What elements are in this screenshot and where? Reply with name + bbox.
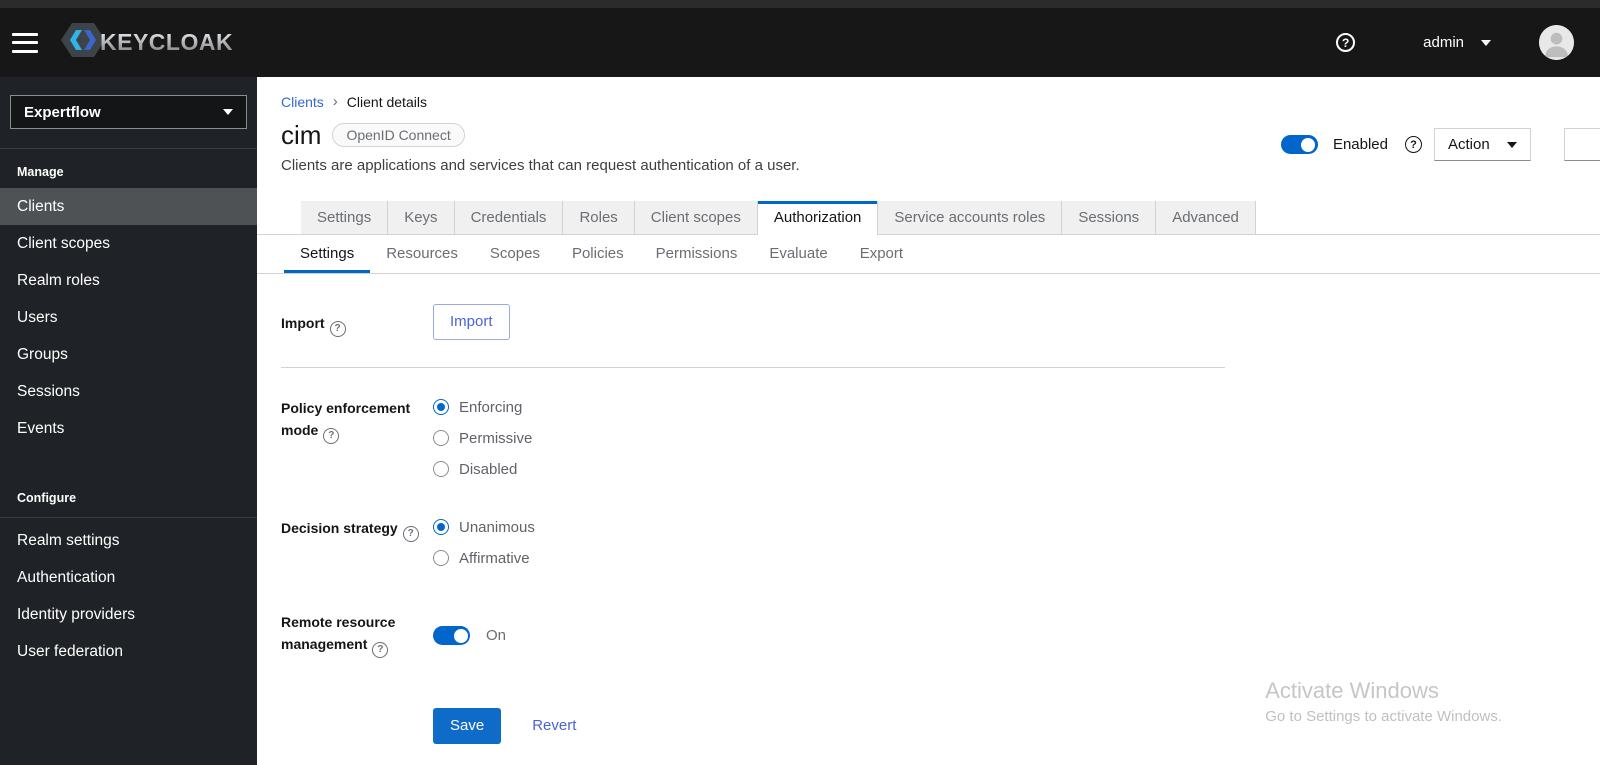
keycloak-logo: KEYCLOAK	[60, 20, 233, 65]
authorization-settings-form: Import? Import Policy enforcement mode? …	[257, 274, 1227, 744]
tab[interactable]: Sessions	[1062, 200, 1157, 234]
tab[interactable]: Service accounts roles	[878, 200, 1063, 234]
sidebar-nav-item[interactable]: Authentication	[0, 559, 257, 596]
sidebar: Expertflow Manage Clients Client scopes …	[0, 77, 257, 765]
enabled-help-icon[interactable]: ?	[1405, 136, 1422, 153]
sidebar-nav-item[interactable]: Events	[0, 410, 257, 447]
avatar[interactable]	[1539, 25, 1574, 60]
cutoff-element	[1564, 128, 1600, 161]
tab[interactable]: Roles	[563, 200, 635, 234]
sidebar-nav-item[interactable]: Users	[0, 299, 257, 336]
realm-selector[interactable]: Expertflow	[10, 95, 247, 129]
subtab[interactable]: Permissions	[640, 235, 754, 273]
subtab[interactable]: Export	[844, 235, 919, 273]
sidebar-nav-item[interactable]: Identity providers	[0, 596, 257, 633]
sidebar-nav-item[interactable]: Client scopes	[0, 225, 257, 262]
policy-enforcement-help-icon[interactable]: ?	[323, 427, 340, 444]
decision-strategy-help-icon[interactable]: ?	[402, 525, 419, 542]
policy-enforcement-radio-group: Enforcing Permissive Disabled	[433, 397, 532, 478]
radio-option[interactable]: Unanimous	[433, 519, 535, 536]
import-help-icon[interactable]: ?	[329, 320, 346, 337]
subtab[interactable]: Settings	[284, 235, 370, 273]
main-content: Clients › Client details cim OpenID Conn…	[257, 77, 1600, 765]
breadcrumb: Clients › Client details	[281, 93, 1576, 110]
radio-option-label: Enforcing	[459, 398, 523, 416]
header-controls: Enabled ? Action	[1280, 128, 1531, 161]
radio-icon	[433, 461, 449, 478]
revert-link[interactable]: Revert	[532, 717, 576, 734]
user-name: admin	[1423, 34, 1464, 51]
radio-icon	[433, 519, 449, 536]
divider	[281, 366, 1225, 368]
activate-windows-watermark: Activate Windows Go to Settings to activ…	[1265, 678, 1502, 725]
tab[interactable]: Keys	[388, 200, 455, 234]
breadcrumb-clients-link[interactable]: Clients	[281, 94, 324, 110]
help-icon[interactable]: ?	[1336, 33, 1356, 52]
radio-option[interactable]: Disabled	[433, 461, 532, 478]
radio-option[interactable]: Affirmative	[433, 550, 535, 567]
nav-list-configure: Realm settings Authentication Identity p…	[0, 518, 257, 670]
tab[interactable]: Advanced	[1156, 200, 1256, 234]
decision-strategy-radio-group: Unanimous Affirmative	[433, 517, 535, 567]
enabled-toggle[interactable]	[1280, 135, 1318, 154]
remote-resource-management-label: Remote resource management?	[281, 611, 433, 658]
protocol-badge: OpenID Connect	[332, 123, 465, 148]
decision-strategy-label: Decision strategy?	[281, 517, 433, 567]
import-label: Import?	[281, 304, 433, 340]
sidebar-nav-item[interactable]: User federation	[0, 633, 257, 670]
policy-enforcement-mode-label: Policy enforcement mode?	[281, 397, 433, 478]
remote-resource-help-icon[interactable]: ?	[372, 641, 389, 658]
tab[interactable]: Settings	[301, 200, 389, 234]
sidebar-nav-item[interactable]: Groups	[0, 336, 257, 373]
chevron-down-icon	[1507, 141, 1517, 148]
realm-section: Expertflow	[0, 77, 257, 149]
radio-icon	[433, 430, 449, 447]
window-top-strip	[0, 0, 1600, 8]
remote-resource-toggle[interactable]	[433, 626, 470, 646]
breadcrumb-separator-icon: ›	[332, 93, 338, 110]
sidebar-nav-item[interactable]: Realm roles	[0, 262, 257, 299]
menu-icon[interactable]	[12, 32, 38, 53]
page-header: Clients › Client details cim OpenID Conn…	[257, 77, 1600, 174]
tab[interactable]: Client scopes	[634, 200, 758, 234]
radio-option-label: Affirmative	[459, 549, 530, 567]
breadcrumb-current: Client details	[346, 93, 427, 110]
remote-resource-state: On	[486, 627, 507, 645]
sidebar-nav-item[interactable]: Sessions	[0, 373, 257, 410]
masthead: KEYCLOAK ? admin	[0, 8, 1600, 77]
radio-option-label: Permissive	[459, 429, 533, 447]
action-dropdown-label: Action	[1448, 136, 1490, 153]
tab[interactable]: Credentials	[454, 200, 564, 234]
action-dropdown[interactable]: Action	[1434, 128, 1531, 161]
chevron-down-icon	[223, 109, 233, 115]
page-title: cim	[281, 120, 322, 150]
radio-option-label: Disabled	[459, 460, 518, 478]
radio-icon	[433, 550, 449, 567]
sidebar-nav-item[interactable]: Clients	[0, 188, 257, 225]
subtab[interactable]: Scopes	[474, 235, 556, 273]
tab[interactable]: Authorization	[757, 200, 879, 235]
radio-option[interactable]: Permissive	[433, 430, 532, 447]
sidebar-nav-item[interactable]: Realm settings	[0, 522, 257, 559]
save-button[interactable]: Save	[433, 707, 502, 744]
enabled-label: Enabled	[1332, 136, 1388, 153]
radio-icon	[433, 399, 449, 416]
nav-group-title-manage: Manage	[17, 165, 64, 179]
user-menu[interactable]: admin	[1423, 34, 1491, 51]
subtab[interactable]: Evaluate	[753, 235, 843, 273]
import-button[interactable]: Import	[433, 303, 510, 340]
nav-list-manage: Clients Client scopes Realm roles Users …	[0, 188, 257, 447]
client-tabs: Settings Keys Credentials Roles Client s…	[257, 200, 1600, 235]
radio-option[interactable]: Enforcing	[433, 399, 532, 416]
nav-group-title-configure: Configure	[0, 475, 257, 518]
subtab[interactable]: Policies	[556, 235, 640, 273]
realm-name: Expertflow	[24, 103, 101, 121]
subtab[interactable]: Resources	[370, 235, 474, 273]
keycloak-logo-text: KEYCLOAK	[100, 29, 234, 55]
chevron-down-icon	[1481, 39, 1491, 46]
radio-option-label: Unanimous	[459, 518, 535, 536]
authorization-subtabs: Settings Resources Scopes Policies Permi…	[257, 235, 1600, 274]
